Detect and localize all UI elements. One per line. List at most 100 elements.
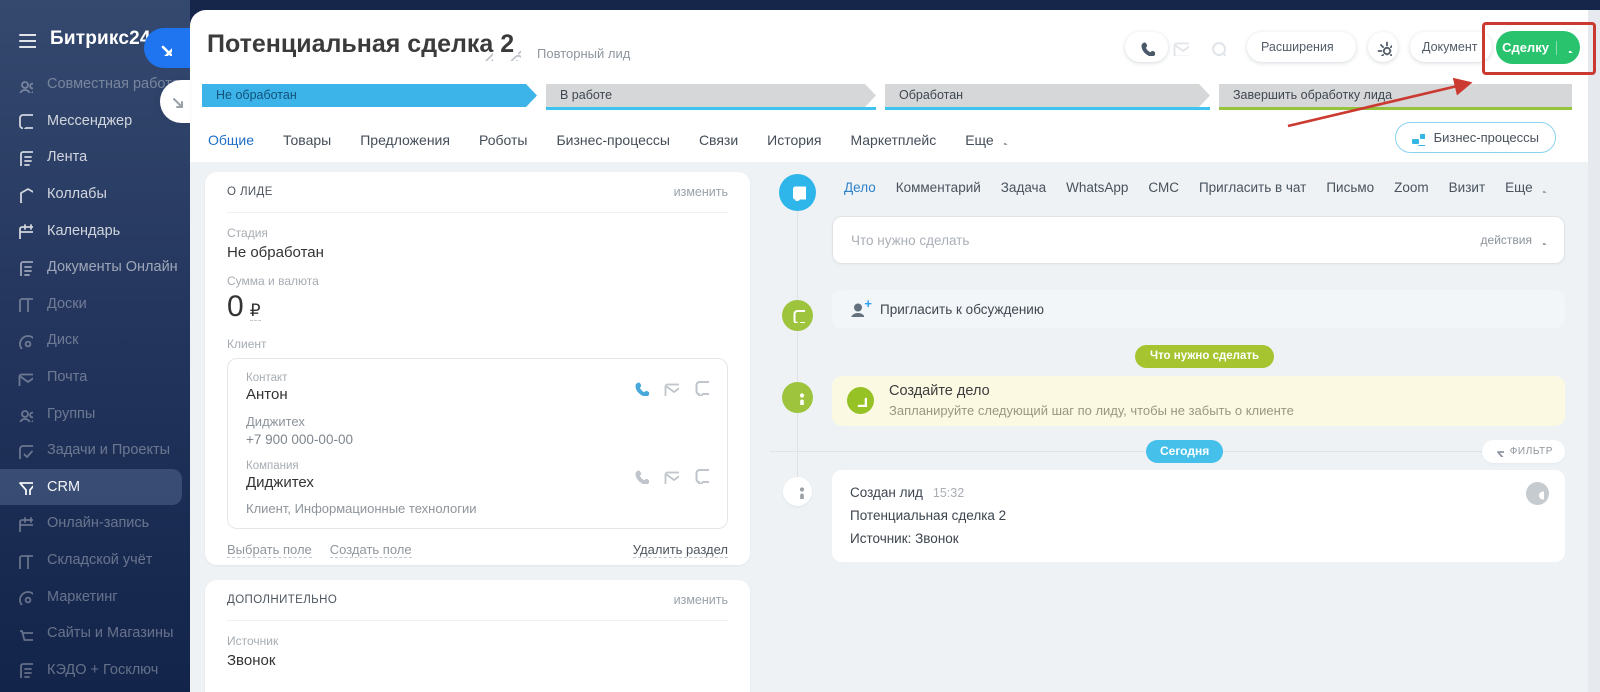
phone-icon[interactable]: [632, 379, 649, 396]
box-icon: [16, 552, 33, 569]
extensions-button[interactable]: Расширения: [1247, 32, 1356, 62]
sidebar-item-boards[interactable]: Доски: [0, 286, 182, 323]
activity-tab-email[interactable]: Письмо: [1326, 180, 1374, 198]
edit-title-icon[interactable]: [479, 47, 493, 61]
today-badge[interactable]: Сегодня: [1146, 440, 1223, 463]
todo-input-card: действия: [832, 216, 1565, 264]
tab-products[interactable]: Товары: [283, 132, 331, 150]
document-button[interactable]: Документ: [1410, 32, 1492, 62]
contact-name[interactable]: Антон: [246, 386, 288, 403]
activity-tab-zoom[interactable]: Zoom: [1394, 180, 1429, 198]
filter-button[interactable]: ФИЛЬТР: [1482, 440, 1565, 463]
stage-finish-processing[interactable]: Завершить обработку лида: [1219, 84, 1572, 110]
tab-robots[interactable]: Роботы: [479, 132, 527, 150]
activity-tab-sms[interactable]: СМС: [1148, 180, 1179, 198]
tab-general[interactable]: Общие: [208, 132, 254, 150]
sidebar-item-drive[interactable]: Диск: [0, 322, 182, 359]
activity-tab-task[interactable]: Задача: [1001, 180, 1046, 198]
mail-icon: [16, 369, 33, 386]
activity-tab-whatsapp[interactable]: WhatsApp: [1066, 180, 1128, 198]
stage-not-processed[interactable]: Не обработан: [202, 84, 537, 110]
settings-button[interactable]: [1368, 32, 1398, 62]
gear-icon: [1375, 39, 1392, 56]
tab-business-processes[interactable]: Бизнес-процессы: [556, 132, 669, 150]
amount-field-value[interactable]: 0₽: [227, 290, 728, 324]
chat-icon[interactable]: [692, 379, 709, 396]
chevron-down-icon: [999, 135, 1009, 145]
close-slider-button[interactable]: [144, 28, 190, 68]
brand-logo[interactable]: Битрикс24⊙: [50, 28, 158, 50]
tab-more[interactable]: Еще: [965, 132, 1009, 150]
marketing-icon: [16, 588, 33, 605]
create-field-link[interactable]: Создать поле: [330, 542, 412, 558]
person-icon: [1531, 487, 1544, 500]
sidebar-item-collabs[interactable]: Коллабы: [0, 176, 182, 213]
sidebar-item-crm[interactable]: CRM: [0, 469, 182, 506]
edit-section-link[interactable]: изменить: [674, 185, 728, 199]
sidebar-item-tasks[interactable]: Задачи и Проекты: [0, 432, 182, 469]
sidebar-item-messenger[interactable]: Мессенджер: [0, 103, 182, 140]
tab-marketplace[interactable]: Маркетплейс: [850, 132, 936, 150]
activity-tab-todo[interactable]: Дело: [844, 180, 876, 198]
mail-icon[interactable]: [662, 467, 679, 484]
copy-link-icon[interactable]: [507, 47, 521, 61]
menu-icon[interactable]: [16, 29, 36, 49]
contact-phone[interactable]: +7 900 000-00-00: [246, 432, 709, 447]
todo-hint-pill[interactable]: Что нужно сделать: [1135, 345, 1274, 368]
hexagon-icon: [16, 186, 33, 203]
sidebar-item-groups[interactable]: Группы: [0, 395, 182, 432]
timeline-column: Дело Комментарий Задача WhatsApp СМС При…: [832, 162, 1565, 692]
company-type: Клиент, Информационные технологии: [246, 501, 709, 516]
phone-icon[interactable]: [632, 467, 649, 484]
activity-tab-visit[interactable]: Визит: [1449, 180, 1485, 198]
tab-history[interactable]: История: [767, 132, 821, 150]
stage-processed[interactable]: Обработан: [885, 84, 1210, 110]
sidebar-item-documents[interactable]: Документы Онлайн: [0, 249, 182, 286]
sidebar-item-booking[interactable]: Онлайн-запись: [0, 505, 182, 542]
about-lead-card: О ЛИДЕ изменить Стадия Не обработан Сумм…: [205, 172, 750, 565]
create-deal-button[interactable]: Сделку: [1496, 31, 1580, 64]
actions-dropdown[interactable]: действия: [1481, 233, 1564, 247]
check-icon: [16, 442, 33, 459]
call-button[interactable]: [1125, 32, 1168, 62]
document-icon: [16, 259, 33, 276]
add-todo-button[interactable]: [847, 387, 874, 414]
source-field-value[interactable]: Звонок: [227, 652, 728, 669]
lead-detail-panel: Потенциальная сделка 2 Повторный лид Рас…: [190, 10, 1588, 692]
edit-section-link[interactable]: изменить: [674, 593, 728, 607]
hint-title: Создайте дело: [889, 383, 990, 399]
sidebar-item-sites[interactable]: Сайты и Магазины: [0, 615, 182, 652]
discussion-bubble-icon: [782, 300, 813, 331]
sidebar-item-marketing[interactable]: Маркетинг: [0, 578, 182, 615]
hint-info-icon: [782, 382, 813, 413]
chevron-down-icon: [1564, 43, 1574, 53]
select-field-link[interactable]: Выбрать поле: [227, 542, 312, 558]
entry-avatar: [1526, 482, 1549, 505]
stage-in-progress[interactable]: В работе: [546, 84, 876, 110]
stage-field-value[interactable]: Не обработан: [227, 244, 728, 261]
delete-section-link[interactable]: Удалить раздел: [633, 542, 728, 558]
sidebar-item-inventory[interactable]: Складской учёт: [0, 542, 182, 579]
sidebar-item-calendar[interactable]: Календарь: [0, 212, 182, 249]
sidebar-item-mail[interactable]: Почта: [0, 359, 182, 396]
search-icon[interactable]: [1208, 38, 1226, 56]
activity-tab-comment[interactable]: Комментарий: [896, 180, 981, 198]
mail-icon[interactable]: [1171, 38, 1189, 56]
mail-icon[interactable]: [662, 379, 679, 396]
entry-title: Создан лид: [850, 485, 923, 500]
chat-icon[interactable]: [692, 467, 709, 484]
tab-quotes[interactable]: Предложения: [360, 132, 450, 150]
business-processes-button[interactable]: Бизнес-процессы: [1395, 122, 1556, 153]
tab-relations[interactable]: Связи: [699, 132, 738, 150]
people-icon: [16, 405, 33, 422]
sidebar-item-feed[interactable]: Лента: [0, 139, 182, 176]
activity-bubble-icon: [779, 174, 816, 211]
sidebar-item-collaboration[interactable]: Совместная работа: [0, 66, 182, 103]
activity-tab-invite-chat[interactable]: Пригласить в чат: [1199, 180, 1306, 198]
invite-discussion-row[interactable]: + Пригласить к обсуждению: [832, 290, 1565, 328]
activity-tab-more[interactable]: Еще: [1505, 180, 1547, 198]
todo-input[interactable]: [833, 233, 1481, 248]
cart-icon: [16, 625, 33, 642]
company-name[interactable]: Диджитех: [246, 474, 314, 491]
sidebar-item-kedo[interactable]: КЭДО + Госключ: [0, 652, 182, 689]
